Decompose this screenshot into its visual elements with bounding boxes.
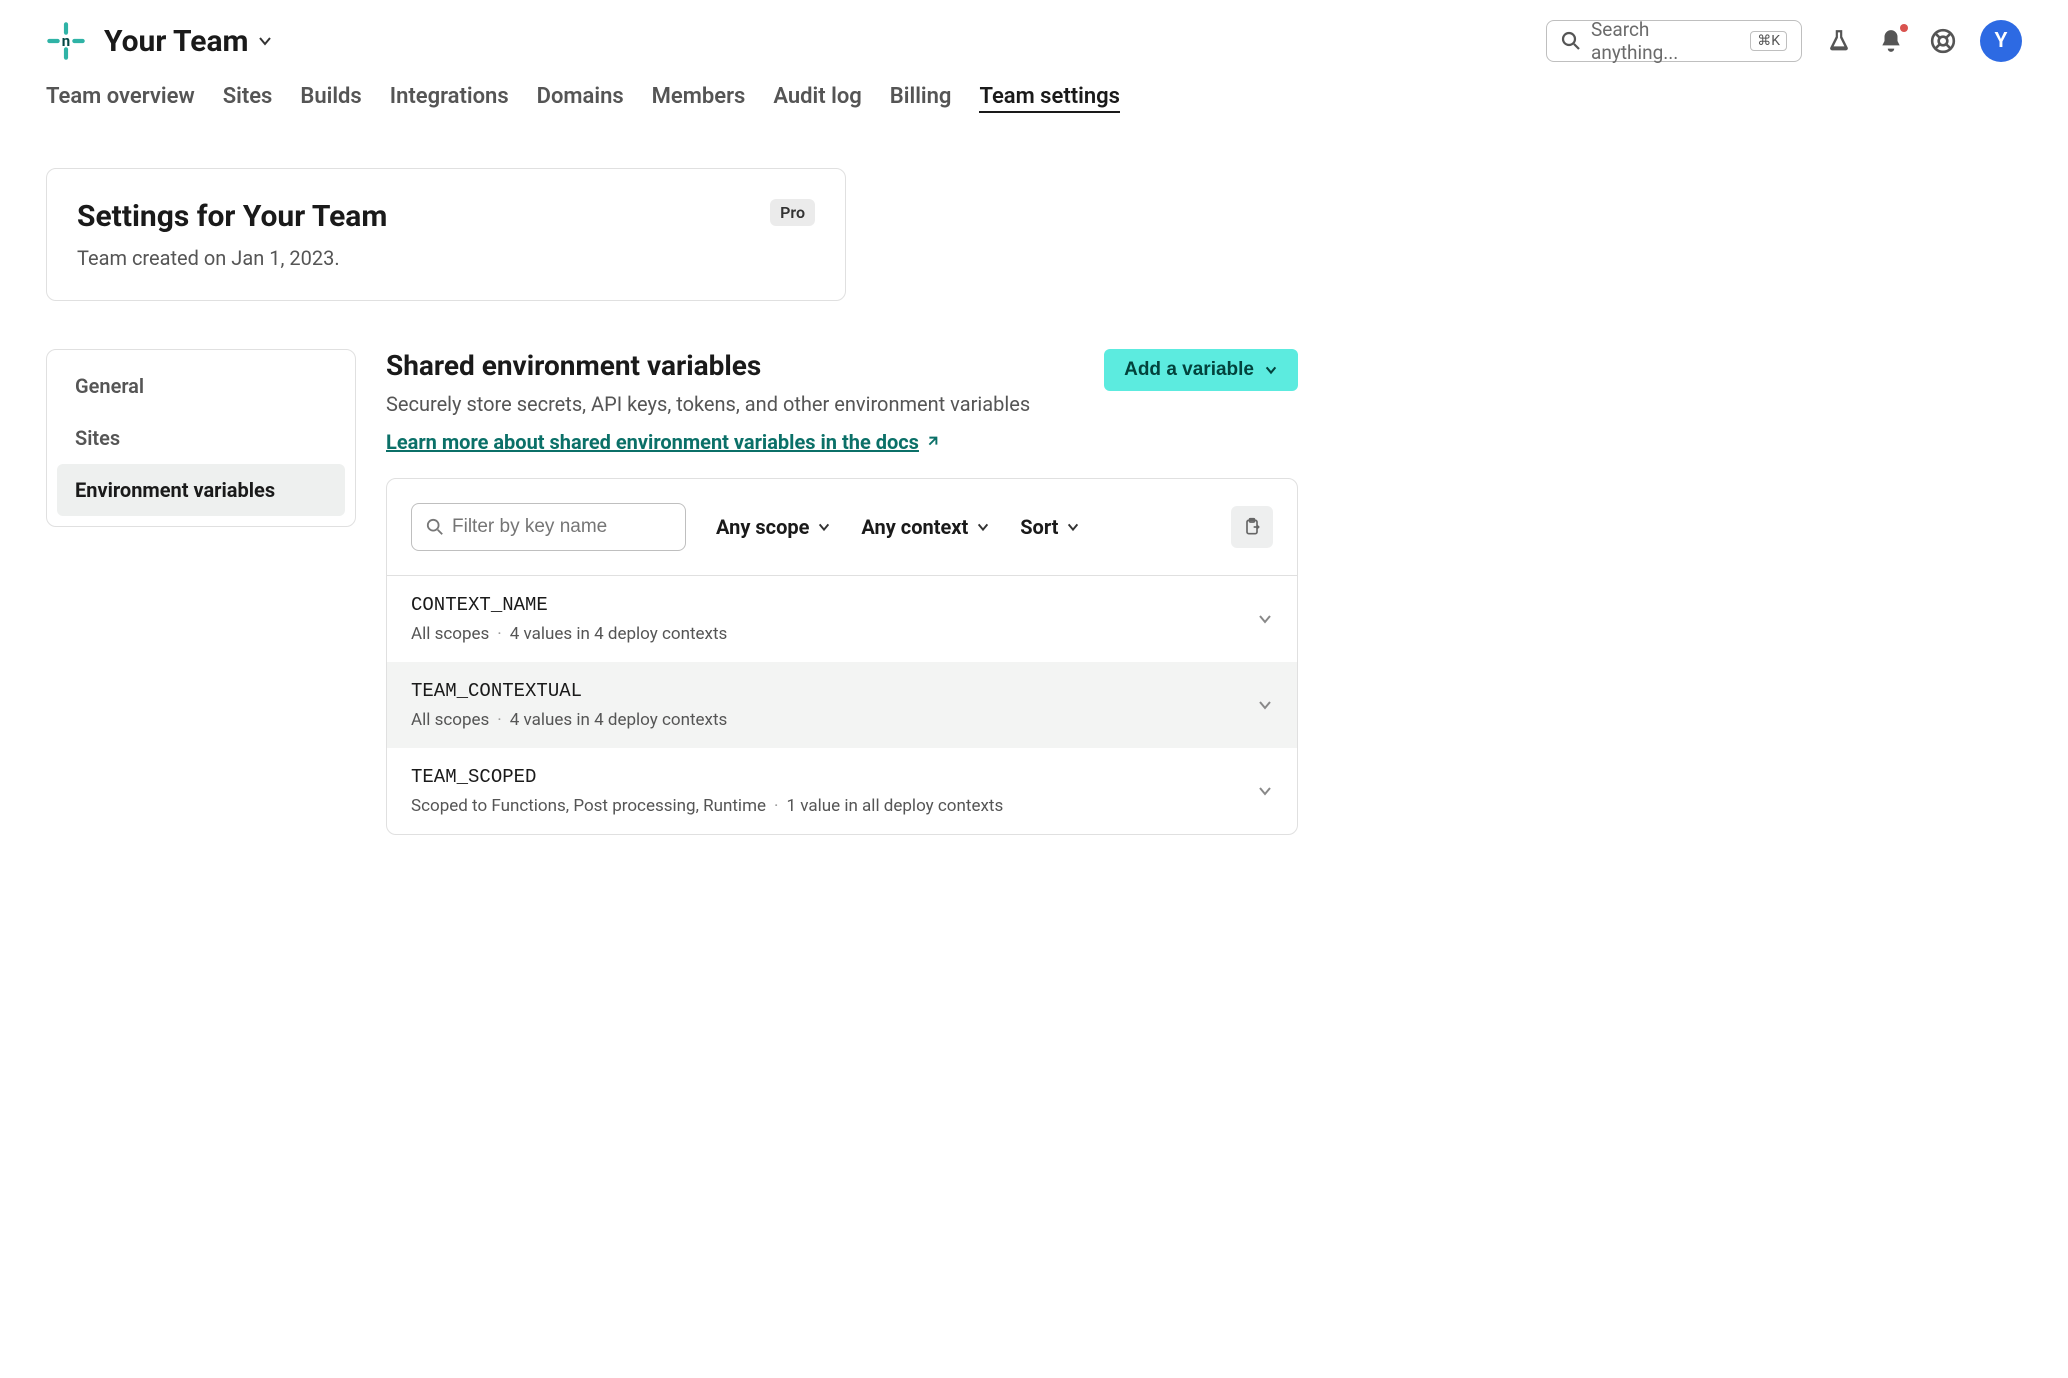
variable-row[interactable]: TEAM_CONTEXTUAL All scopes·4 values in 4 … xyxy=(387,662,1297,748)
main-content: Shared environment variables Securely st… xyxy=(386,349,1298,835)
section-description: Securely store secrets, API keys, tokens… xyxy=(386,392,1030,416)
chevron-down-icon xyxy=(257,33,273,49)
variable-meta: All scopes·4 values in 4 deploy contexts xyxy=(411,710,727,730)
context-dropdown[interactable]: Any context xyxy=(861,515,990,539)
search-box[interactable]: Search anything... ⌘K xyxy=(1546,20,1802,62)
sidebar-item-general[interactable]: General xyxy=(57,360,345,412)
header-left: n Your Team xyxy=(46,21,273,61)
variable-key: TEAM_SCOPED xyxy=(411,766,1003,788)
topnav-item-sites[interactable]: Sites xyxy=(223,84,273,113)
topnav-item-integrations[interactable]: Integrations xyxy=(390,84,509,113)
chevron-down-icon xyxy=(1257,611,1273,627)
variable-list: CONTEXT_NAME All scopes·4 values in 4 dep… xyxy=(387,576,1297,834)
top-nav: Team overview Sites Builds Integrations Doma… xyxy=(46,84,2022,113)
settings-card-title: Settings for Your Team xyxy=(77,199,387,234)
search-icon xyxy=(426,518,444,536)
settings-card-subtitle: Team created on Jan 1, 2023. xyxy=(77,246,387,270)
netlify-logo[interactable]: n xyxy=(46,21,86,61)
settings-card: Settings for Your Team Team created on J… xyxy=(46,168,846,301)
topnav-item-team-overview[interactable]: Team overview xyxy=(46,84,195,113)
sidebar-item-environment-variables[interactable]: Environment variables xyxy=(57,464,345,516)
avatar[interactable]: Y xyxy=(1980,20,2022,62)
search-icon xyxy=(1561,31,1581,51)
topnav-item-builds[interactable]: Builds xyxy=(300,84,361,113)
copy-env-button[interactable] xyxy=(1231,506,1273,548)
team-selector[interactable]: Your Team xyxy=(104,24,273,59)
topnav-item-team-settings[interactable]: Team settings xyxy=(979,84,1120,113)
chevron-down-icon xyxy=(817,520,831,534)
chevron-down-icon xyxy=(1066,520,1080,534)
section-header: Shared environment variables Securely st… xyxy=(386,349,1298,454)
header: n Your Team Search anything... ⌘K xyxy=(46,20,2022,62)
topnav-item-domains[interactable]: Domains xyxy=(537,84,624,113)
section-title: Shared environment variables xyxy=(386,349,1030,382)
search-placeholder: Search anything... xyxy=(1591,18,1740,64)
topnav-item-billing[interactable]: Billing xyxy=(890,84,952,113)
filter-input[interactable] xyxy=(411,503,686,551)
external-link-icon xyxy=(925,435,939,449)
add-variable-label: Add a variable xyxy=(1124,359,1254,381)
topnav-item-audit-log[interactable]: Audit log xyxy=(773,84,861,113)
clipboard-icon xyxy=(1242,517,1262,537)
svg-text:n: n xyxy=(62,32,70,50)
learn-more-link[interactable]: Learn more about shared environment vari… xyxy=(386,430,939,454)
support-icon[interactable] xyxy=(1928,26,1958,56)
panel-toolbar: Any scope Any context Sort xyxy=(387,479,1297,576)
add-variable-button[interactable]: Add a variable xyxy=(1104,349,1298,391)
plan-badge: Pro xyxy=(770,199,815,226)
sort-label: Sort xyxy=(1020,515,1058,539)
scope-dropdown[interactable]: Any scope xyxy=(716,515,831,539)
team-name: Your Team xyxy=(104,24,249,59)
variable-meta: Scoped to Functions, Post processing, Ru… xyxy=(411,796,1003,816)
topnav-item-members[interactable]: Members xyxy=(652,84,746,113)
chevron-down-icon xyxy=(1264,363,1278,377)
variable-row[interactable]: TEAM_SCOPED Scoped to Functions, Post pro… xyxy=(387,748,1297,834)
variables-panel: Any scope Any context Sort xyxy=(386,478,1298,835)
notification-dot xyxy=(1900,24,1908,32)
scope-label: Any scope xyxy=(716,515,809,539)
chevron-down-icon xyxy=(1257,783,1273,799)
notifications-icon[interactable] xyxy=(1876,26,1906,56)
sidebar-item-sites[interactable]: Sites xyxy=(57,412,345,464)
context-label: Any context xyxy=(861,515,968,539)
variable-row[interactable]: CONTEXT_NAME All scopes·4 values in 4 dep… xyxy=(387,576,1297,662)
avatar-initial: Y xyxy=(1995,29,2008,53)
search-kbd: ⌘K xyxy=(1750,31,1787,51)
chevron-down-icon xyxy=(976,520,990,534)
variable-key: TEAM_CONTEXTUAL xyxy=(411,680,727,702)
sort-dropdown[interactable]: Sort xyxy=(1020,515,1080,539)
filter-input-field[interactable] xyxy=(452,516,671,538)
chevron-down-icon xyxy=(1257,697,1273,713)
sidebar: GeneralSitesEnvironment variables xyxy=(46,349,356,527)
labs-icon[interactable] xyxy=(1824,26,1854,56)
content-layout: GeneralSitesEnvironment variables Shared… xyxy=(46,349,2022,835)
variable-meta: All scopes·4 values in 4 deploy contexts xyxy=(411,624,727,644)
learn-more-text: Learn more about shared environment vari… xyxy=(386,430,919,454)
variable-key: CONTEXT_NAME xyxy=(411,594,727,616)
header-right: Search anything... ⌘K Y xyxy=(1546,20,2022,62)
